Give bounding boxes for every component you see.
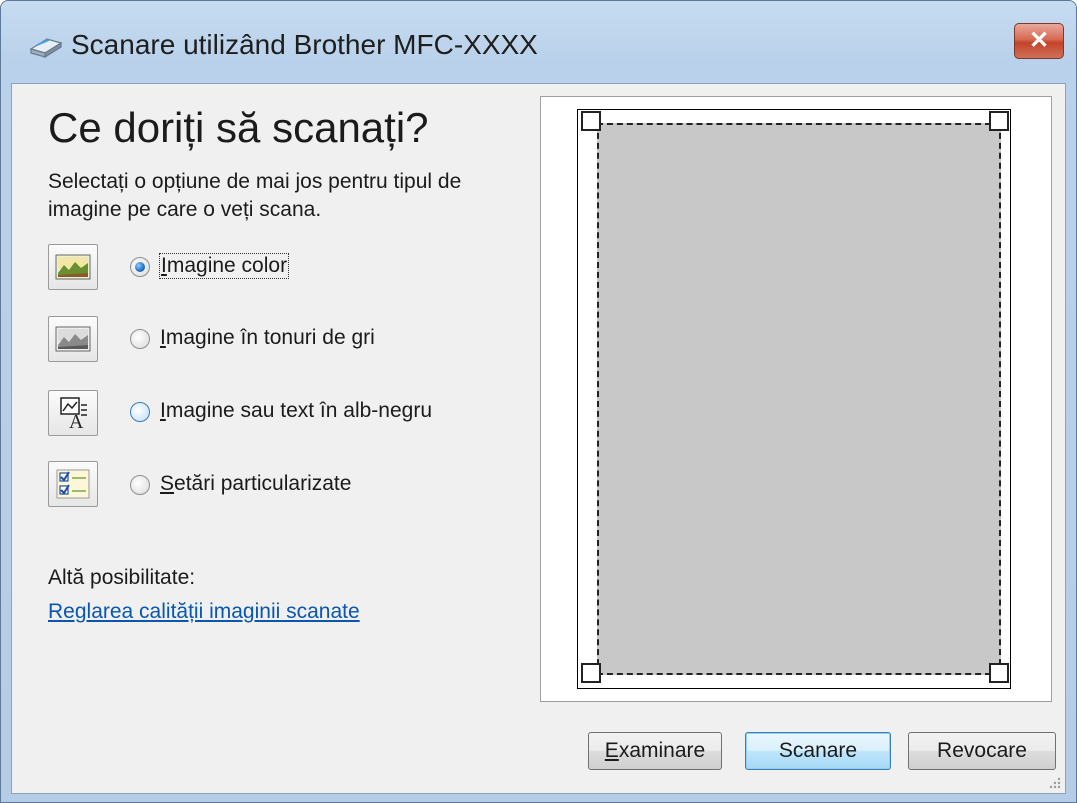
crop-handle-bottom-left[interactable]: [581, 663, 601, 683]
custom-settings-label[interactable]: Setări particularizate: [160, 472, 351, 496]
scan-button[interactable]: Scanare: [745, 732, 891, 770]
page-title: Ce doriți să scanați?: [48, 104, 429, 151]
color-picture-label[interactable]: Imagine color: [158, 253, 290, 279]
crop-handle-top-right[interactable]: [989, 111, 1009, 131]
black-white-radio[interactable]: [130, 402, 150, 422]
custom-settings-radio[interactable]: [130, 475, 150, 495]
preview-button[interactable]: Examinare: [588, 732, 722, 770]
crop-handle-top-left[interactable]: [581, 111, 601, 131]
svg-text:A: A: [69, 411, 84, 429]
grayscale-picture-label[interactable]: Imagine în tonuri de gri: [160, 326, 375, 350]
close-icon: ✕: [1028, 27, 1050, 54]
custom-settings-icon[interactable]: [48, 461, 98, 507]
scan-dialog-window: Scanare utilizând Brother MFC-XXXX ✕ Ce …: [0, 0, 1077, 803]
scanner-icon: [29, 35, 63, 59]
other-options-label: Altă posibilitate:: [48, 566, 196, 589]
resize-grip-icon[interactable]: [1047, 775, 1061, 789]
close-button[interactable]: ✕: [1014, 23, 1064, 59]
title-bar[interactable]: Scanare utilizând Brother MFC-XXXX ✕: [1, 1, 1076, 91]
scan-area-selection[interactable]: [597, 123, 1001, 675]
instructions-text: Selectați o opțiune de mai jos pentru ti…: [48, 170, 462, 221]
adjust-quality-link[interactable]: Reglarea calității imaginii scanate: [48, 600, 360, 624]
dialog-body: Ce doriți să scanați? Selectați o opțiun…: [11, 83, 1066, 794]
crop-handle-bottom-right[interactable]: [989, 663, 1009, 683]
black-white-label[interactable]: Imagine sau text în alb-negru: [160, 399, 432, 423]
color-picture-radio[interactable]: [130, 257, 150, 277]
scan-preview-pane[interactable]: [540, 96, 1052, 702]
grayscale-picture-icon[interactable]: [48, 316, 98, 362]
grayscale-picture-radio[interactable]: [130, 329, 150, 349]
black-white-text-icon[interactable]: A: [48, 390, 98, 436]
window-title: Scanare utilizând Brother MFC-XXXX: [71, 29, 538, 60]
cancel-button[interactable]: Revocare: [908, 732, 1056, 770]
color-picture-icon[interactable]: [48, 244, 98, 290]
